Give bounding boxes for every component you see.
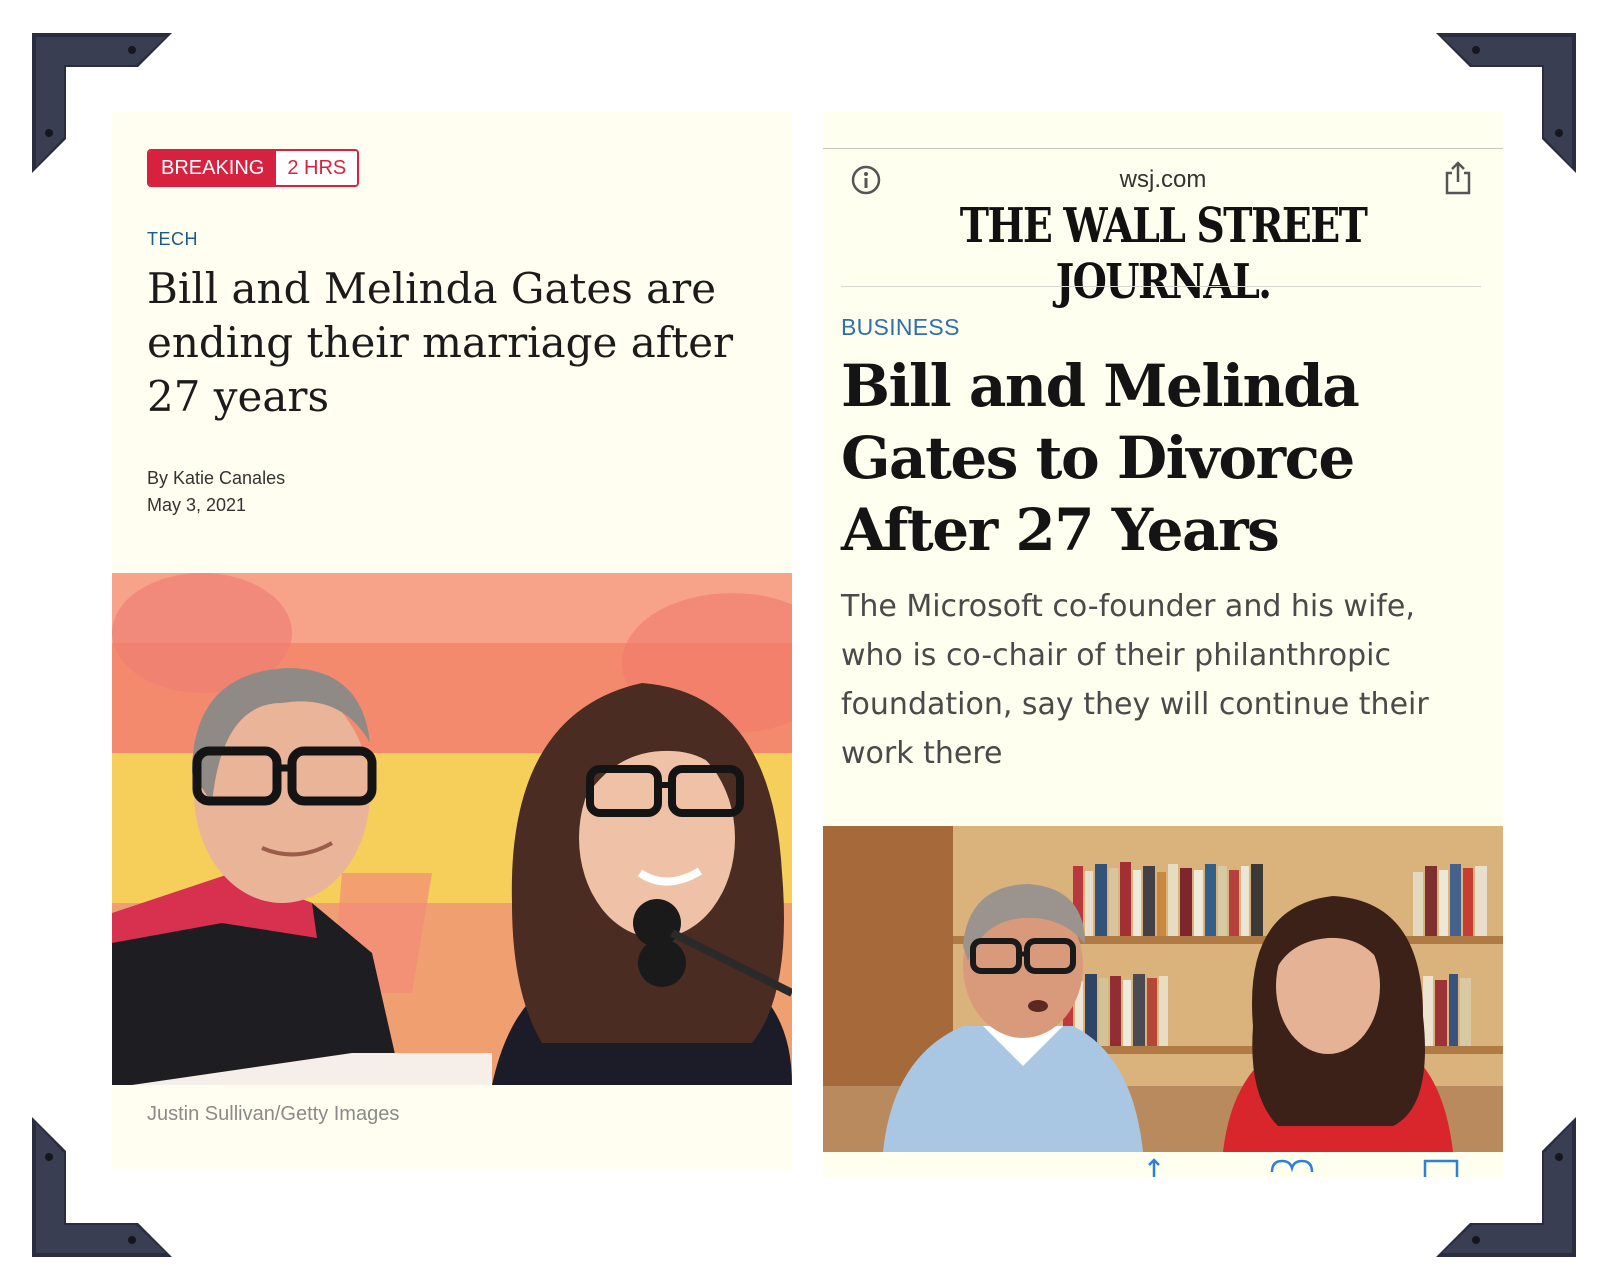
article-dek: The Microsoft co-founder and his wife, w…: [841, 589, 1429, 771]
share-icon[interactable]: [1443, 160, 1473, 196]
wsj-masthead-logo[interactable]: THE WALL STREET JOURNAL.: [884, 198, 1442, 310]
photo-credit: Justin Sullivan/Getty Images: [147, 1103, 400, 1125]
browser-toolbar: [823, 1152, 1503, 1177]
breaking-time: 2 HRS: [276, 151, 358, 185]
url-text[interactable]: wsj.com: [823, 166, 1503, 194]
article-photo-bill-melinda-commencement: [112, 573, 792, 1085]
share-icon[interactable]: [1143, 1158, 1165, 1177]
bookmarks-icon[interactable]: [1269, 1158, 1315, 1177]
breaking-badge: BREAKING 2 HRS: [147, 149, 360, 187]
left-headline: Bill and Melinda Gates are ending their …: [147, 264, 734, 421]
section-label-business[interactable]: BUSINESS: [841, 314, 960, 341]
article-photo-bill-melinda-library: [823, 826, 1503, 1152]
right-article-screenshot: wsj.com THE WALL STREET JOURNAL. BUSINES…: [823, 112, 1503, 1177]
right-headline: Bill and Melinda Gates to Divorce After …: [841, 352, 1360, 564]
tabs-icon[interactable]: [1423, 1158, 1459, 1177]
browser-top-divider: [823, 148, 1503, 149]
section-label-tech[interactable]: TECH: [147, 229, 198, 250]
author-byline[interactable]: By Katie Canales: [147, 468, 285, 489]
breaking-label: BREAKING: [149, 151, 277, 185]
masthead-divider: [841, 286, 1481, 287]
left-article-screenshot: BREAKING 2 HRS TECH Bill and Melinda Gat…: [112, 112, 792, 1170]
publish-date: May 3, 2021: [147, 495, 247, 515]
